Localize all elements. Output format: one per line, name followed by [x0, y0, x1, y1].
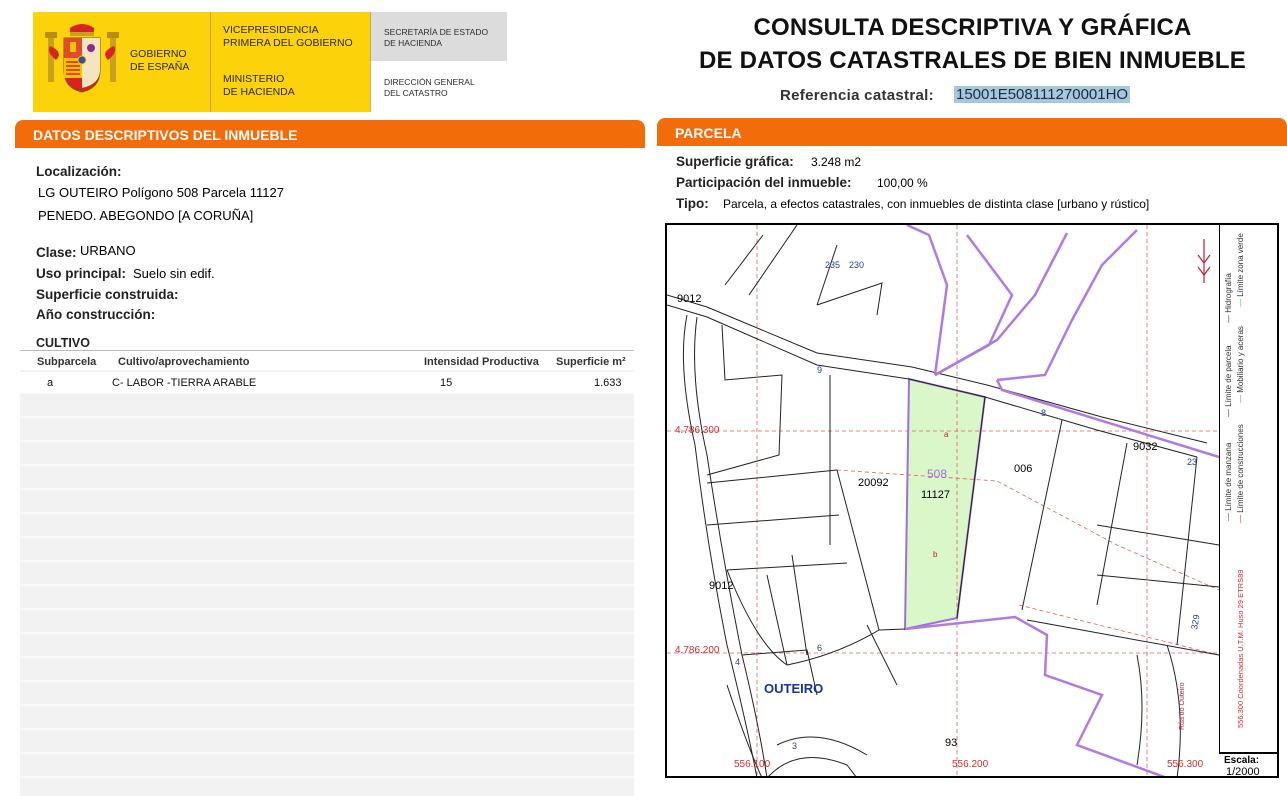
logo-divider — [210, 12, 211, 112]
localizacion-line2: PENEDO. ABEGONDO [A CORUÑA] — [38, 208, 254, 223]
map-drawing: 9 8 23 6 4 3 329 — [667, 225, 1220, 776]
col-intensidad: Intensidad Productiva — [424, 356, 539, 368]
map-label-3: 3 — [792, 741, 797, 751]
legend-mobiliario: — Mobiliario y aceras — [1236, 326, 1245, 403]
localizacion-label: Localización: — [36, 164, 122, 179]
legend-limite-zona-verde: — Límite zona verde — [1236, 233, 1245, 307]
north-arrow-icon — [1197, 239, 1211, 283]
map-label-8: 8 — [1041, 408, 1046, 418]
map-label-23: 23 — [1187, 457, 1197, 467]
vicepresidencia-text: VICEPRESIDENCIA PRIMERA DEL GOBIERNO — [223, 24, 353, 49]
map-label-9012b: 9012 — [709, 580, 734, 592]
tipo-value: Parcela, a efectos catastrales, con inmu… — [723, 197, 1150, 211]
map-label-20092: 20092 — [858, 477, 889, 489]
cell-intensidad: 15 — [440, 377, 453, 389]
gobierno-text: GOBIERNO DE ESPAÑA — [130, 48, 190, 73]
refcat-label: Referencia catastral: — [780, 87, 934, 104]
legend-limite-manzana: — Límite de manzana — [1224, 442, 1233, 521]
cell-superficie: 1.633 — [594, 377, 622, 389]
uso-value: Suelo sin edif. — [133, 266, 215, 281]
map-label-outeiro: OUTEIRO — [764, 681, 824, 696]
legend-limite-parcela: — Límite de parcela — [1224, 345, 1233, 417]
cadastral-map[interactable]: 9 8 23 6 4 3 329 9012 9012 9032 20092 00… — [665, 223, 1279, 778]
map-label-6: 6 — [817, 643, 822, 653]
clase-label: Clase: — [36, 245, 77, 260]
cell-cultivo: C- LABOR -TIERRA ARABLE — [112, 377, 257, 389]
coord-label-x2: 556.200 — [952, 759, 989, 770]
escala-value: 1/2000 — [1226, 766, 1260, 778]
secretaria-text: SECRETARÍA DE ESTADO DE HACIENDA — [384, 27, 489, 48]
coord-label-y1: 4.786.300 — [675, 425, 720, 436]
col-cultivo: Cultivo/aprovechamiento — [118, 356, 250, 368]
coord-label-x3: 556.300 — [1167, 759, 1204, 770]
page-title-line2: DE DATOS CATASTRALES DE BIEN INMUEBLE — [699, 47, 1246, 74]
map-label-9: 9 — [817, 365, 822, 375]
subject-parcel — [903, 377, 987, 631]
tipo-label: Tipo: — [676, 196, 709, 211]
map-label-508: 508 — [927, 467, 948, 481]
map-road-name: Rúa do Outeiro — [1179, 682, 1186, 730]
participacion-label: Participación del inmueble: — [676, 175, 852, 190]
map-label-006: 006 — [1014, 463, 1033, 475]
ministerio-text: MINISTERIO DE HACIENDA — [223, 73, 295, 98]
map-legend: — Hidrografía — Límite zona verde — Lími… — [1219, 223, 1280, 752]
coat-of-arms-icon — [45, 24, 119, 93]
cell-subparcela: a — [47, 377, 54, 389]
superficie-grafica-label: Superficie gráfica: — [676, 154, 794, 169]
map-label-9012a: 9012 — [677, 293, 702, 305]
clase-value: URBANO — [80, 243, 136, 258]
legend-limite-construcciones: — Límite de construcciones — [1236, 424, 1245, 523]
superficie-construida-label: Superficie construida: — [36, 287, 179, 302]
cultivo-title: CULTIVO — [36, 336, 90, 350]
page-title-line1: CONSULTA DESCRIPTIVA Y GRÁFICA — [753, 14, 1192, 41]
escala-label: Escala: — [1224, 755, 1260, 766]
map-label-11127: 11127 — [921, 489, 950, 501]
logo-divider — [370, 12, 371, 112]
map-label-subparcel-a: a — [944, 430, 949, 439]
legend-divider — [1219, 752, 1279, 754]
cultivo-table-body — [20, 370, 634, 796]
map-label-235: 235 — [825, 260, 841, 270]
map-label-9032: 9032 — [1133, 441, 1158, 453]
map-label-93: 93 — [945, 737, 958, 749]
col-superficie: Superficie m² — [556, 356, 626, 368]
localizacion-line1: LG OUTEIRO Polígono 508 Parcela 11127 — [38, 185, 284, 200]
col-subparcela: Subparcela — [37, 356, 97, 368]
descriptivos-section-bar: DATOS DESCRIPTIVOS DEL INMUEBLE — [15, 120, 645, 148]
coord-label-x1: 556.100 — [734, 759, 771, 770]
legend-hidrografia: — Hidrografía — [1224, 273, 1233, 323]
cultivo-divider — [20, 350, 634, 351]
map-label-subparcel-b: b — [933, 550, 938, 559]
superficie-grafica-value: 3.248 m2 — [811, 155, 862, 169]
uso-label: Uso principal: — [36, 266, 127, 281]
refcat-value[interactable]: 15001E508111270001HO — [954, 86, 1131, 103]
legend-coordenadas: 556.300 Coordenadas U.T.M. Huso 29 ETRS8… — [1236, 569, 1245, 728]
map-label-329: 329 — [1189, 614, 1201, 631]
map-label-230: 230 — [849, 260, 865, 270]
coord-label-y2: 4.786.200 — [675, 645, 720, 656]
participacion-value: 100,00 % — [877, 176, 928, 190]
anio-construccion-label: Año construcción: — [36, 307, 156, 322]
parcela-section-bar: PARCELA — [657, 118, 1287, 146]
direccion-text: DIRECCIÓN GENERAL DEL CATASTRO — [384, 77, 475, 98]
map-label-4: 4 — [735, 657, 740, 667]
